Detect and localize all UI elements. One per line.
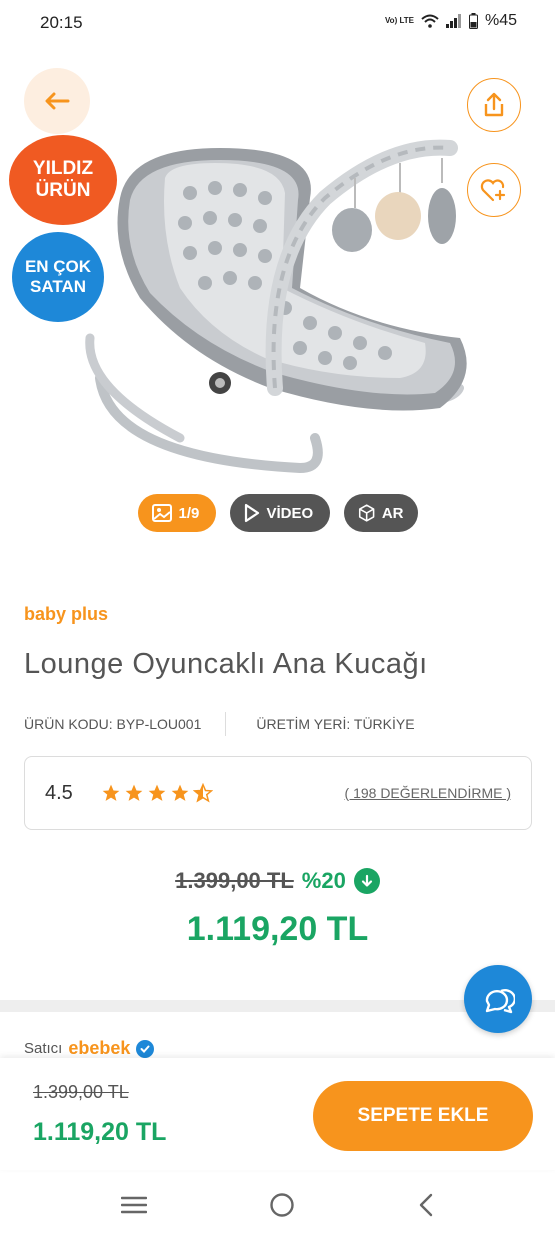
star-icon	[171, 784, 189, 801]
arrow-down-icon	[353, 868, 380, 894]
status-time: 20:15	[40, 13, 83, 32]
old-price-row: 1.399,00 TL %20	[0, 868, 555, 894]
product-origin: ÜRETİM YERİ: TÜRKİYE	[256, 716, 415, 732]
share-button[interactable]	[467, 78, 521, 132]
video-label: VİDEO	[266, 504, 314, 522]
product-meta: ÜRÜN KODU: BYP-LOU001 ÜRETİM YERİ: TÜRKİ…	[24, 712, 534, 736]
star-icon	[125, 784, 143, 801]
battery-icon	[468, 13, 478, 29]
play-icon	[244, 503, 259, 523]
wifi-icon	[421, 14, 439, 28]
image-counter: 1/9	[178, 504, 200, 522]
rating-box[interactable]: 4.5 ( 198 DEĞERLENDİRME )	[24, 756, 532, 830]
share-icon	[484, 92, 504, 117]
arrow-left-icon	[45, 92, 70, 110]
cube-icon	[358, 504, 374, 522]
bottom-current-price: 1.119,20 TL	[33, 1118, 167, 1146]
video-chip[interactable]: VİDEO	[229, 494, 330, 532]
verified-icon	[136, 1039, 155, 1058]
signal-icon	[445, 14, 461, 28]
product-image[interactable]	[70, 138, 480, 488]
product-gallery[interactable]: YILDIZ ÜRÜN EN ÇOK SATAN 1/9 VİDEO AR	[0, 48, 555, 548]
heart-plus-icon	[480, 179, 506, 202]
star-icon	[148, 784, 166, 801]
media-chips-row: 1/9 VİDEO AR	[0, 494, 555, 532]
price-section: 1.399,00 TL %20 1.119,20 TL	[0, 868, 555, 949]
chat-button[interactable]	[464, 965, 532, 1033]
reviews-link[interactable]: ( 198 DEĞERLENDİRME )	[345, 785, 511, 801]
home-icon[interactable]	[269, 1192, 295, 1218]
old-price: 1.399,00 TL	[175, 868, 294, 893]
seller-row[interactable]: Satıcı ebebek	[24, 1038, 155, 1059]
image-counter-chip[interactable]: 1/9	[137, 494, 216, 532]
current-price: 1.119,20 TL	[186, 910, 369, 948]
product-code: ÜRÜN KODU: BYP-LOU001	[24, 716, 202, 732]
seller-label: Satıcı	[24, 1040, 63, 1057]
network-label: Vo) LTE	[384, 16, 414, 25]
status-bar: 20:15 Vo) LTE %45	[0, 0, 555, 48]
system-nav-bar	[0, 1172, 555, 1237]
back-nav-icon[interactable]	[418, 1193, 434, 1217]
star-icon	[102, 784, 120, 801]
star-half-icon	[193, 783, 213, 803]
bottom-old-price: 1.399,00 TL	[33, 1082, 129, 1102]
brand-link[interactable]: baby plus	[24, 604, 108, 625]
recent-apps-icon[interactable]	[121, 1195, 148, 1215]
seller-name[interactable]: ebebek	[68, 1038, 130, 1059]
rating-score: 4.5	[45, 781, 73, 804]
battery-percent: %45	[484, 12, 517, 29]
discount-percent: %20	[301, 868, 346, 893]
rating-stars	[101, 783, 213, 803]
product-title: Lounge Oyuncaklı Ana Kucağı	[24, 648, 428, 680]
back-button[interactable]	[24, 68, 90, 134]
add-to-cart-button[interactable]: SEPETE EKLE	[313, 1081, 533, 1151]
purchase-bar: 1.399,00 TL 1.119,20 TL SEPETE EKLE	[0, 1058, 555, 1170]
image-icon	[151, 504, 172, 522]
meta-divider	[225, 712, 227, 736]
ar-label: AR	[381, 504, 404, 522]
chat-icon	[485, 989, 515, 1014]
status-icons: Vo) LTE %45	[385, 12, 517, 30]
ar-chip[interactable]: AR	[343, 494, 418, 532]
